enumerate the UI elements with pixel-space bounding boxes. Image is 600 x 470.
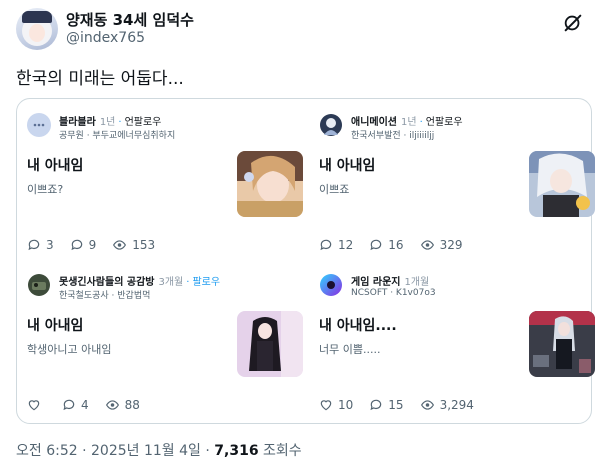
- tweet-header: 양재동 34세 임덕수 @index765: [16, 6, 584, 54]
- post-card[interactable]: 게임 라운지 1개월 NCSOFT · K1v07o3 내 아내임.... 너무 …: [319, 271, 595, 423]
- heart-icon: [320, 400, 332, 411]
- post-title: 내 아내임....: [319, 318, 397, 334]
- retweet-icon: [370, 239, 382, 251]
- comment-icon: [320, 239, 332, 251]
- eye-icon: [420, 240, 434, 250]
- tweet-time[interactable]: 오전 6:52: [16, 443, 78, 459]
- community-icon: [27, 113, 51, 137]
- tweet-meta: 오전 6:52 · 2025년 11월 4일 · 7,316 조회수: [16, 443, 302, 459]
- post-thumbnail: [529, 151, 595, 217]
- community-name: 블라블라 1년 · 언팔로우: [59, 117, 162, 128]
- community-name: 못생긴사람들의 공감방 3개월 · 팔로우: [59, 277, 221, 288]
- post-card[interactable]: 애니메이션 1년 · 언팔로우 한국서부발전 · iljiiiiljj 내 아내임 이…: [319, 111, 595, 263]
- community-icon: [319, 273, 343, 297]
- community-name: 애니메이션 1년 · 언팔로우: [351, 117, 463, 128]
- post-title: 내 아내임: [27, 158, 84, 174]
- community-name: 게임 라운지 1개월: [351, 277, 430, 288]
- community-meta: NCSOFT · K1v07o3: [351, 288, 436, 298]
- avatar[interactable]: [16, 8, 58, 50]
- post-stats: 10 15 3,294: [319, 397, 490, 413]
- view-count[interactable]: 329: [420, 238, 462, 252]
- eye-icon: [420, 400, 434, 410]
- tweet-image[interactable]: 블라블라 1년 · 언팔로우 공무원 · 부두교에너무심취하지 내 아내임 이쁘죠? …: [16, 98, 595, 424]
- post-stats: 3 9 153: [27, 237, 171, 253]
- comment-count[interactable]: 15: [369, 398, 404, 412]
- heart-icon: [28, 400, 40, 411]
- post-thumbnail: [237, 311, 303, 377]
- author-handle[interactable]: @index765: [66, 30, 145, 46]
- view-count[interactable]: 88: [105, 398, 140, 412]
- comment-icon: [28, 239, 40, 251]
- community-meta: 한국서부발전 · iljiiiiljj: [351, 131, 435, 141]
- author-name[interactable]: 양재동 34세 임덕수: [66, 9, 194, 30]
- community-icon: [319, 113, 343, 137]
- post-thumbnail: [237, 151, 303, 217]
- community-meta: 한국철도공사 · 반갑법먹: [59, 291, 151, 301]
- post-body: 학생아니고 아내임: [27, 343, 112, 356]
- views-label: 조회수: [263, 443, 302, 459]
- post-stats: 4 88: [27, 397, 156, 413]
- like-count[interactable]: 10: [319, 398, 353, 412]
- comment-icon: [370, 399, 382, 411]
- view-total: 7,316: [214, 443, 259, 459]
- comment-icon: [63, 399, 75, 411]
- post-card[interactable]: 블라블라 1년 · 언팔로우 공무원 · 부두교에너무심취하지 내 아내임 이쁘죠? …: [27, 111, 303, 263]
- grok-icon[interactable]: [562, 12, 584, 34]
- comment-count[interactable]: 4: [62, 398, 89, 412]
- post-body: 이쁘죠: [319, 183, 350, 196]
- community-icon: [27, 273, 51, 297]
- eye-icon: [113, 240, 127, 250]
- tweet-date[interactable]: 2025년 11월 4일: [91, 443, 201, 459]
- retweet-count[interactable]: 16: [369, 238, 404, 252]
- post-body: 이쁘죠?: [27, 183, 64, 196]
- post-body: 너무 이쁨.....: [319, 343, 381, 356]
- post-title: 내 아내임: [319, 158, 376, 174]
- eye-icon: [105, 400, 119, 410]
- view-count[interactable]: 3,294: [420, 398, 474, 412]
- post-stats: 12 16 329: [319, 237, 478, 253]
- retweet-icon: [71, 239, 82, 251]
- comment-count[interactable]: 12: [319, 238, 353, 252]
- tweet-text: 한국의 미래는 어둡다...: [16, 69, 184, 89]
- post-thumbnail: [529, 311, 595, 377]
- retweet-count[interactable]: 9: [70, 238, 96, 252]
- post-card[interactable]: 못생긴사람들의 공감방 3개월 · 팔로우 한국철도공사 · 반갑법먹 내 아내임 학…: [27, 271, 303, 423]
- view-count[interactable]: 153: [112, 238, 155, 252]
- comment-count[interactable]: 3: [27, 238, 54, 252]
- post-title: 내 아내임: [27, 318, 84, 334]
- community-meta: 공무원 · 부두교에너무심취하지: [59, 131, 176, 141]
- like-count[interactable]: [27, 398, 46, 412]
